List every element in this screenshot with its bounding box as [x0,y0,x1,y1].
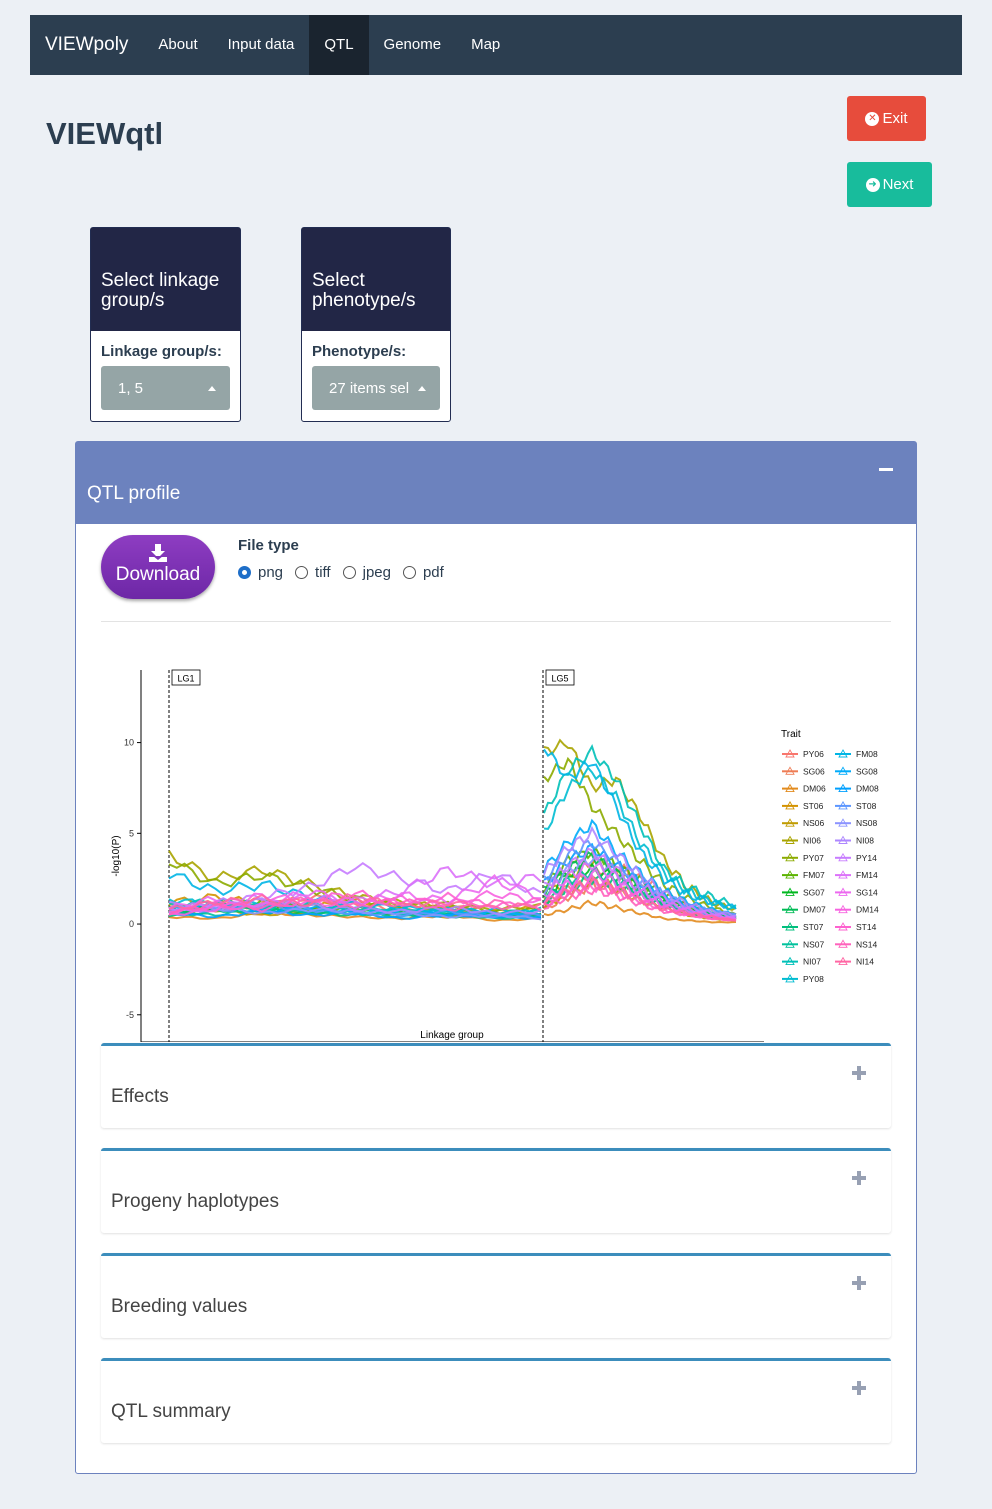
arrow-circle-icon: ➜ [865,177,880,192]
legend-label: SG06 [803,766,825,776]
legend-label: PY14 [856,853,877,863]
next-label: Next [882,176,914,193]
radio-tiff[interactable]: tiff [295,564,331,581]
legend-label: PY07 [803,853,824,863]
file-type-radio-group: png tiff jpeg pdf [238,564,456,581]
phenotype-select[interactable]: 27 items sel [312,366,440,410]
legend-label: DM06 [803,784,826,794]
next-button[interactable]: ➜ Next [847,162,932,207]
radio-button-icon[interactable] [342,566,356,579]
effects-title: Effects [111,1086,169,1107]
nav-item-map[interactable]: Map [456,15,515,75]
qtl-summary-title: QTL summary [111,1401,231,1422]
linkage-group-box: Select linkage group/s Linkage group/s: … [90,227,241,422]
legend-label: NS06 [803,818,825,828]
legend-label: DM07 [803,905,826,915]
nav-item-input-data[interactable]: Input data [213,15,310,75]
legend-label: NI06 [803,836,821,846]
expand-plus-icon[interactable] [852,1276,866,1290]
expand-plus-icon[interactable] [852,1066,866,1080]
legend-label: DM14 [856,905,879,915]
legend-label: ST08 [856,801,877,811]
radio-jpeg-label: jpeg [362,564,391,581]
breeding-values-box: Breeding values [101,1253,891,1338]
radio-pdf-label: pdf [422,564,444,581]
y-axis-label: -log10(P) [111,835,122,876]
collapse-icon[interactable] [879,468,893,471]
qtl-profile-plot: -5 0 5 10 Linkage group -log10(P) LG1 LG5 Trait P… [101,642,891,1043]
legend-label: NI08 [856,836,874,846]
legend-label: FM07 [803,870,825,880]
legend-label: DM08 [856,784,879,794]
y-tick-label: 5 [129,828,134,838]
nav-item-qtl[interactable]: QTL [309,15,369,75]
breeding-values-title: Breeding values [111,1296,248,1317]
nav-item-about[interactable]: About [143,15,212,75]
legend-label: FM08 [856,749,878,759]
phenotype-value: 27 items sel [329,379,410,397]
y-tick-label: 0 [129,919,134,929]
caret-up-icon [208,385,216,391]
radio-button-icon[interactable] [402,566,416,579]
qtl-summary-box: QTL summary [101,1358,891,1443]
radio-tiff-label: tiff [315,564,331,581]
divider [101,621,891,622]
qtl-profile-card: QTL profile Download File type png tiff … [75,441,917,1474]
legend-label: ST07 [803,922,824,932]
top-navbar: VIEWpoly About Input data QTL Genome Map [30,15,962,75]
progeny-haplotypes-title: Progeny haplotypes [111,1191,279,1212]
download-label: Download [115,564,201,585]
legend-label: PY06 [803,749,824,759]
legend-label: SG07 [803,887,825,897]
y-tick-label: 10 [124,738,134,748]
linkage-group-value: 1, 5 [118,379,144,397]
legend-label: NS14 [856,939,878,949]
exit-label: Exit [882,110,908,127]
radio-button-icon[interactable] [295,566,309,579]
y-tick-label: -5 [126,1010,134,1020]
legend-label: SG08 [856,766,878,776]
download-button[interactable]: Download [101,535,215,599]
qtl-profile-title: QTL profile [87,483,181,504]
legend-label: SG14 [856,887,878,897]
legend-label: NI07 [803,957,821,967]
linkage-group-label: Linkage group/s: [101,343,222,360]
progeny-haplotypes-box: Progeny haplotypes [101,1148,891,1233]
phenotype-label: Phenotype/s: [312,343,407,360]
legend-label: PY08 [803,974,824,984]
qtl-profile-header: QTL profile [76,442,916,524]
phenotype-box-title: Select phenotype/s [302,228,450,331]
panel-label: LG1 [177,674,194,684]
nav-item-genome[interactable]: Genome [369,15,457,75]
radio-png[interactable]: png [238,564,283,581]
radio-pdf[interactable]: pdf [402,564,444,581]
qtl-profile-chart: -50510Linkage group-log10(P)LG1 LG5TraitP… [111,669,879,1043]
download-icon [149,544,167,562]
panel-label: LG5 [551,674,568,684]
legend-label: FM14 [856,870,878,880]
radio-jpeg[interactable]: jpeg [342,564,391,581]
radio-button-checked-icon[interactable] [238,566,251,579]
effects-box: Effects [101,1043,891,1128]
page-title: VIEWqtl [46,116,164,151]
expand-plus-icon[interactable] [852,1381,866,1395]
linkage-group-select[interactable]: 1, 5 [101,366,230,410]
caret-up-icon [418,385,426,391]
legend-title: Trait [781,729,801,740]
legend-label: NI14 [856,957,874,967]
linkage-group-box-title: Select linkage group/s [91,228,240,331]
x-axis-label: Linkage group [420,1030,484,1041]
file-type-label: File type [238,537,299,554]
expand-plus-icon[interactable] [852,1171,866,1185]
legend-label: NS08 [856,818,878,828]
legend-label: NS07 [803,939,825,949]
brand-logo[interactable]: VIEWpoly [30,15,143,75]
radio-png-label: png [258,564,284,581]
legend-label: ST06 [803,801,824,811]
phenotype-box: Select phenotype/s Phenotype/s: 27 items… [301,227,451,422]
exit-button[interactable]: ✕ Exit [847,96,926,141]
legend-label: ST14 [856,922,877,932]
close-circle-icon: ✕ [865,111,880,126]
